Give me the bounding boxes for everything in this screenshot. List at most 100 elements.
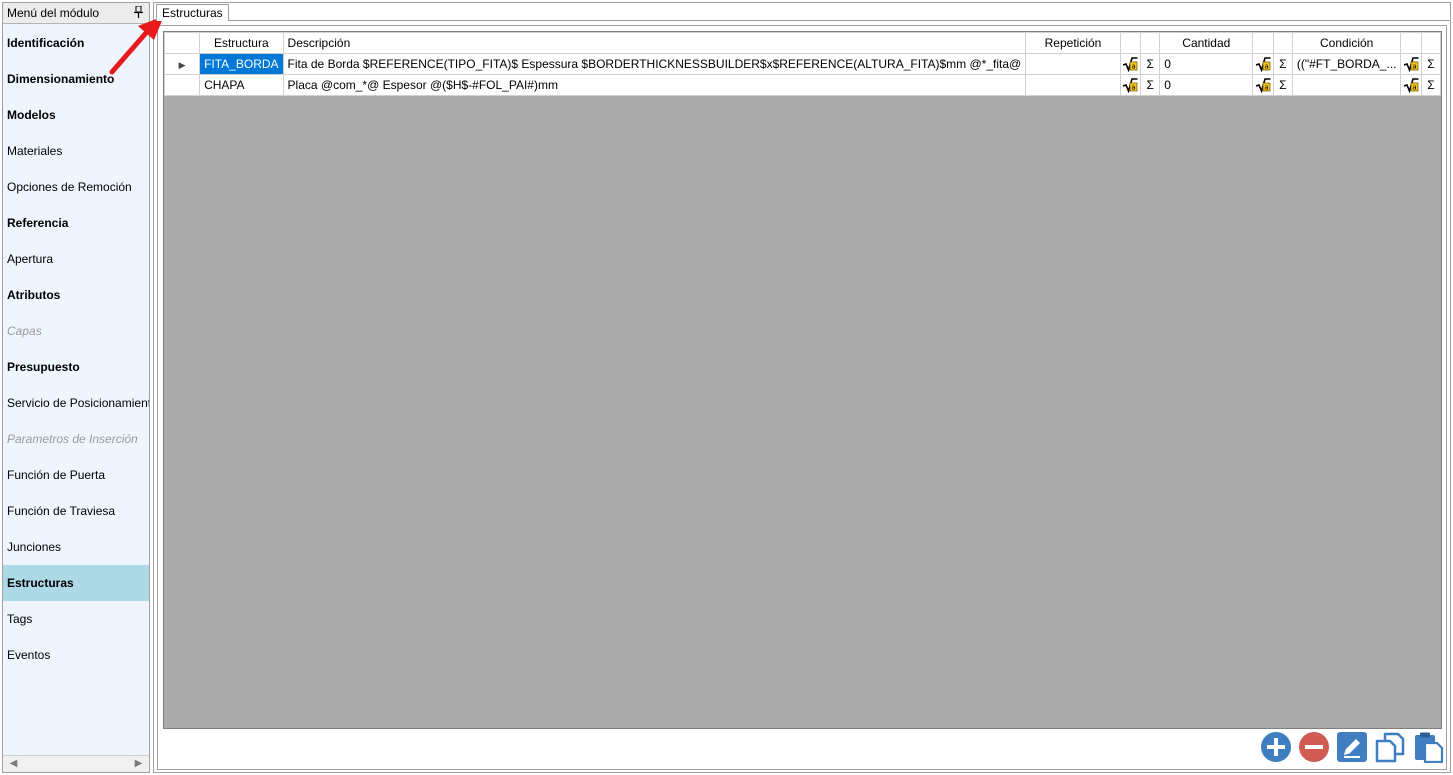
sigma-icon: Σ bbox=[1146, 57, 1154, 71]
svg-text:a: a bbox=[1264, 84, 1268, 92]
cell-condicion[interactable]: (("#FT_BORDA_... bbox=[1291, 53, 1402, 75]
sigma-icon: Σ bbox=[1427, 57, 1435, 71]
cell-descripcion[interactable]: Fita de Borda $REFERENCE(TIPO_FITA)$ Esp… bbox=[282, 53, 1027, 75]
formula-button[interactable]: a bbox=[1119, 53, 1142, 75]
menu-item-funcion-traviesa[interactable]: Función de Traviesa bbox=[3, 493, 149, 529]
table-header-row: Estructura Descripción Repetición Cantid… bbox=[163, 32, 1442, 54]
column-header-repeticion-formula bbox=[1119, 32, 1142, 54]
paste-icon bbox=[1415, 732, 1444, 763]
menu-item-identificacion[interactable]: Identificación bbox=[3, 25, 149, 61]
cell-condicion[interactable] bbox=[1291, 74, 1402, 96]
menu-item-materiales[interactable]: Materiales bbox=[3, 133, 149, 169]
sigma-icon: Σ bbox=[1427, 78, 1435, 92]
module-menu: Menú del módulo Identificación Dimension… bbox=[2, 2, 150, 773]
formula-button[interactable]: a bbox=[1252, 53, 1274, 75]
cell-repeticion[interactable] bbox=[1025, 74, 1121, 96]
svg-text:a: a bbox=[1413, 84, 1417, 92]
sigma-icon: Σ bbox=[1146, 78, 1154, 92]
scroll-right-icon[interactable]: ▶ bbox=[130, 756, 147, 772]
menu-item-capas: Capas bbox=[7, 324, 42, 338]
formula-sqrt-icon: a bbox=[1403, 57, 1419, 72]
svg-text:a: a bbox=[1264, 63, 1268, 71]
main-area: Estructuras Estructura Descripción Repet… bbox=[153, 2, 1451, 773]
column-header-estructura[interactable]: Estructura bbox=[199, 32, 284, 54]
formula-button[interactable]: a bbox=[1119, 74, 1142, 96]
menu-item-modelos[interactable]: Modelos bbox=[3, 97, 149, 133]
column-header-condicion-sum bbox=[1420, 32, 1442, 54]
edit-icon bbox=[1337, 732, 1367, 762]
paste-button[interactable] bbox=[1412, 731, 1444, 763]
module-menu-list: Identificación Dimensionamiento Modelos … bbox=[3, 25, 149, 673]
sum-button[interactable]: Σ bbox=[1140, 53, 1161, 75]
sigma-icon: Σ bbox=[1279, 78, 1287, 92]
add-button[interactable] bbox=[1260, 731, 1292, 763]
formula-button[interactable]: a bbox=[1400, 53, 1422, 75]
remove-button[interactable] bbox=[1298, 731, 1330, 763]
cell-descripcion[interactable]: Placa @com_*@ Espesor @($H$-#FOL_PAI#)mm bbox=[282, 74, 1027, 96]
formula-sqrt-icon: a bbox=[1123, 78, 1138, 93]
sigma-icon: Σ bbox=[1279, 57, 1287, 71]
column-header-cantidad-sum bbox=[1272, 32, 1293, 54]
table-row[interactable]: CHAPA Placa @com_*@ Espesor @($H$-#FOL_P… bbox=[163, 74, 1442, 96]
menu-item-referencia[interactable]: Referencia bbox=[3, 205, 149, 241]
cell-repeticion[interactable] bbox=[1025, 53, 1121, 75]
tab-estructuras[interactable]: Estructuras bbox=[156, 4, 229, 21]
structures-grid: Estructura Descripción Repetición Cantid… bbox=[163, 31, 1442, 729]
remove-icon bbox=[1299, 732, 1329, 762]
row-indicator[interactable] bbox=[163, 74, 201, 96]
menu-item-dimensionamiento[interactable]: Dimensionamiento bbox=[3, 61, 149, 97]
svg-text:a: a bbox=[1132, 84, 1136, 92]
cell-cantidad[interactable]: 0 bbox=[1159, 53, 1254, 75]
column-header-descripcion[interactable]: Descripción bbox=[282, 32, 1027, 54]
menu-item-parametros-insercion: Parametros de Inserción bbox=[7, 432, 138, 446]
structures-table: Estructura Descripción Repetición Cantid… bbox=[163, 32, 1442, 96]
sum-button[interactable]: Σ bbox=[1420, 74, 1442, 96]
menu-item-apertura[interactable]: Apertura bbox=[3, 241, 149, 277]
row-indicator[interactable]: ▶ bbox=[163, 53, 201, 75]
column-header-cantidad[interactable]: Cantidad bbox=[1159, 32, 1254, 54]
svg-text:a: a bbox=[1132, 63, 1136, 71]
sum-button[interactable]: Σ bbox=[1272, 53, 1293, 75]
sum-button[interactable]: Σ bbox=[1420, 53, 1442, 75]
edit-button[interactable] bbox=[1336, 731, 1368, 763]
column-header-cantidad-formula bbox=[1252, 32, 1274, 54]
formula-sqrt-icon: a bbox=[1255, 57, 1271, 72]
menu-item-opciones-remocion[interactable]: Opciones de Remoción bbox=[3, 169, 149, 205]
menu-item-junciones[interactable]: Junciones bbox=[3, 529, 149, 565]
tab-panel: Estructura Descripción Repetición Cantid… bbox=[157, 25, 1447, 770]
cell-estructura[interactable]: CHAPA bbox=[199, 74, 284, 96]
cell-estructura[interactable]: FITA_BORDA bbox=[199, 53, 284, 75]
column-header-condicion[interactable]: Condición bbox=[1291, 32, 1402, 54]
formula-sqrt-icon: a bbox=[1255, 78, 1271, 93]
pin-icon[interactable] bbox=[134, 5, 143, 21]
formula-button[interactable]: a bbox=[1252, 74, 1274, 96]
column-header-condicion-formula bbox=[1400, 32, 1422, 54]
menu-item-estructuras[interactable]: Estructuras bbox=[3, 565, 149, 601]
cell-cantidad[interactable]: 0 bbox=[1159, 74, 1254, 96]
tab-strip-line bbox=[154, 20, 1450, 21]
column-header-repeticion-sum bbox=[1140, 32, 1161, 54]
menu-horizontal-scrollbar[interactable]: ◀ ▶ bbox=[3, 755, 149, 772]
menu-item-atributos[interactable]: Atributos bbox=[3, 277, 149, 313]
svg-text:a: a bbox=[1413, 63, 1417, 71]
menu-item-presupuesto[interactable]: Presupuesto bbox=[3, 349, 149, 385]
scroll-left-icon[interactable]: ◀ bbox=[5, 756, 22, 772]
sum-button[interactable]: Σ bbox=[1272, 74, 1293, 96]
grid-toolbar bbox=[1260, 731, 1444, 767]
menu-item-servicio-posicionamiento[interactable]: Servicio de Posicionamiento bbox=[3, 385, 149, 421]
copy-icon bbox=[1375, 732, 1405, 763]
table-row[interactable]: ▶ FITA_BORDA Fita de Borda $REFERENCE(TI… bbox=[163, 53, 1442, 75]
sum-button[interactable]: Σ bbox=[1140, 74, 1161, 96]
module-menu-title: Menú del módulo bbox=[7, 6, 100, 20]
current-row-icon: ▶ bbox=[178, 60, 186, 70]
menu-item-eventos[interactable]: Eventos bbox=[3, 637, 149, 673]
row-header-corner bbox=[163, 32, 201, 54]
formula-button[interactable]: a bbox=[1400, 74, 1422, 96]
copy-button[interactable] bbox=[1374, 731, 1406, 763]
menu-item-tags[interactable]: Tags bbox=[3, 601, 149, 637]
column-header-repeticion[interactable]: Repetición bbox=[1025, 32, 1121, 54]
module-menu-header: Menú del módulo bbox=[3, 3, 149, 24]
add-icon bbox=[1261, 732, 1291, 762]
formula-sqrt-icon: a bbox=[1403, 78, 1419, 93]
menu-item-funcion-puerta[interactable]: Función de Puerta bbox=[3, 457, 149, 493]
